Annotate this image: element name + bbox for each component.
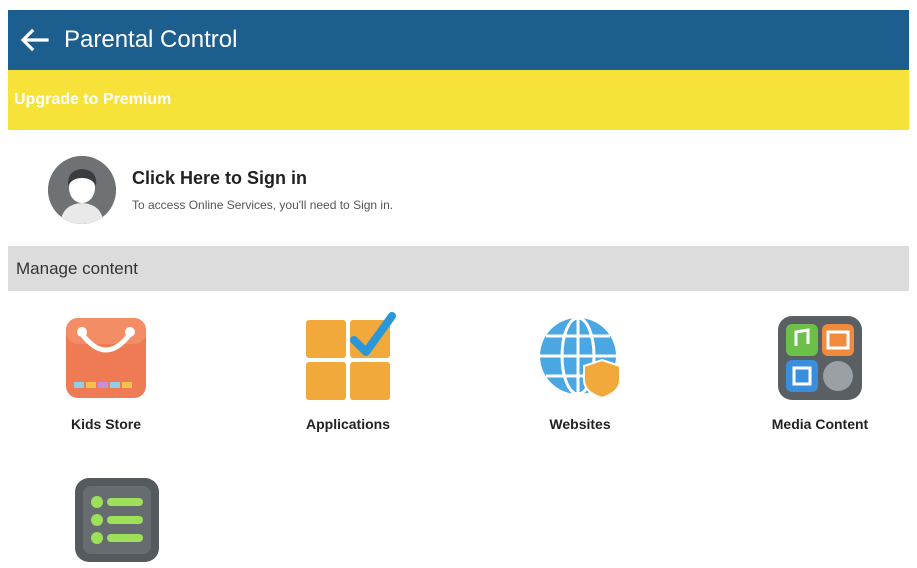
section-header-label: Manage content [16,258,138,278]
upgrade-premium-banner[interactable]: Upgrade to Premium [8,70,909,130]
app-screen: Parental Control Upgrade to Premium Clic… [8,10,909,568]
section-header-manage-content: Manage content [8,246,909,291]
upgrade-premium-label: Upgrade to Premium [14,91,172,108]
tile-label: Media Content [771,416,869,432]
tile-label: Websites [549,416,611,432]
tile-kids-store[interactable]: Kids Store [8,310,206,432]
arrow-left-icon [20,28,49,52]
app-bar: Parental Control [8,10,909,70]
list-icon [75,478,159,562]
user-avatar-icon [48,156,116,224]
media-grid-icon [778,316,862,400]
tile-label: Kids Store [70,416,141,432]
app-grid-check-icon [306,312,396,400]
page-title: Parental Control [64,26,238,53]
sign-in-row[interactable]: Click Here to Sign in To access Online S… [8,138,909,242]
tile-websites[interactable]: Websites [480,310,680,432]
shopping-bag-icon [66,318,146,398]
tile-media-content[interactable]: Media Content [720,310,909,432]
globe-shield-icon [540,316,621,400]
tile-applications[interactable]: Applications [248,310,448,432]
tile-label: Applications [305,416,390,432]
sign-in-title: Click Here to Sign in [132,168,308,188]
sign-in-subtitle: To access Online Services, you'll need t… [132,198,394,212]
back-button[interactable] [8,10,60,70]
tile-list[interactable] [17,472,217,568]
